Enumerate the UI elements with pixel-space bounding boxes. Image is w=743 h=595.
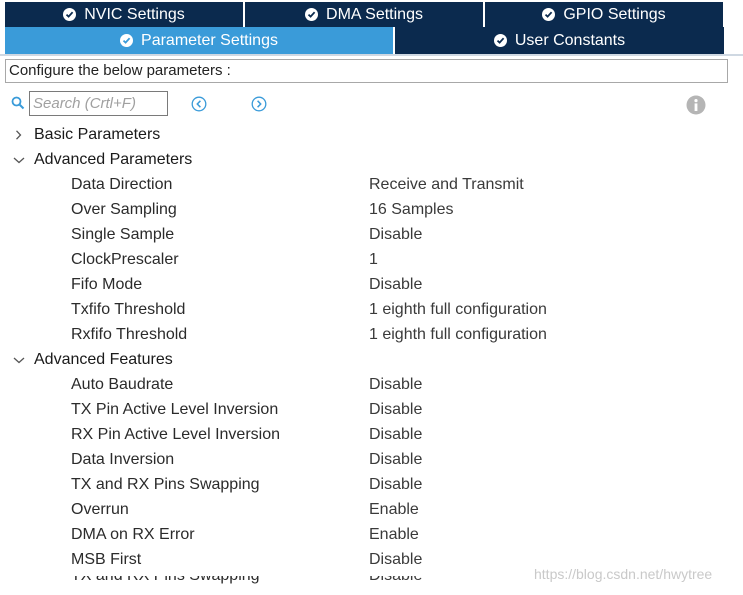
search-icon [11, 96, 25, 110]
check-circle-icon [542, 8, 556, 21]
tab-nvic-settings[interactable]: NVIC Settings [5, 2, 245, 27]
param-value[interactable]: Disable [369, 372, 422, 397]
param-row-tx-pin-inversion[interactable]: TX Pin Active Level Inversion Disable [0, 397, 743, 422]
param-row-pins-swapping[interactable]: TX and RX Pins Swapping Disable [0, 472, 743, 497]
param-value[interactable]: 16 Samples [369, 197, 454, 222]
chevron-right-circle-icon[interactable] [251, 96, 267, 112]
group-label: Basic Parameters [34, 126, 161, 143]
group-advanced-features[interactable]: Advanced Features [0, 347, 743, 372]
param-value[interactable]: Disable [369, 447, 422, 472]
check-circle-icon [120, 34, 134, 47]
param-label: Over Sampling [71, 201, 177, 218]
param-value[interactable]: Disable [369, 272, 422, 297]
chevron-right-icon [16, 130, 22, 140]
param-value[interactable]: 1 eighth full configuration [369, 297, 547, 322]
tab-label: GPIO Settings [563, 5, 666, 23]
param-row-single-sample[interactable]: Single Sample Disable [0, 222, 743, 247]
chevron-left-circle-icon[interactable] [191, 96, 207, 112]
group-label: Advanced Features [34, 351, 173, 368]
param-label: Txfifo Threshold [71, 301, 186, 318]
tab-user-constants[interactable]: User Constants [395, 27, 726, 54]
tab-label: Parameter Settings [141, 31, 278, 49]
search-input[interactable] [29, 91, 168, 116]
param-label: Data Inversion [71, 451, 175, 468]
group-basic-parameters[interactable]: Basic Parameters [0, 122, 743, 147]
param-row-rxfifo-threshold[interactable]: Rxfifo Threshold 1 eighth full configura… [0, 322, 743, 347]
group-advanced-parameters[interactable]: Advanced Parameters [0, 147, 743, 172]
param-value[interactable]: 1 [369, 247, 378, 272]
param-row-clock-prescaler[interactable]: ClockPrescaler 1 [0, 247, 743, 272]
param-value[interactable]: Enable [369, 497, 419, 522]
tab-parameter-settings[interactable]: Parameter Settings [5, 27, 395, 54]
parameter-tree: Basic Parameters Advanced Parameters Dat… [0, 122, 743, 572]
group-label: Advanced Parameters [34, 151, 193, 168]
param-label: Single Sample [71, 226, 175, 243]
param-row-auto-baudrate[interactable]: Auto Baudrate Disable [0, 372, 743, 397]
tab-label: User Constants [514, 31, 626, 49]
info-icon[interactable] [686, 95, 706, 115]
param-label: TX and RX Pins Swapping [71, 476, 260, 493]
param-label: Overrun [71, 501, 129, 518]
param-label: DMA on RX Error [71, 526, 195, 543]
tab-label: NVIC Settings [84, 5, 185, 23]
param-label: RX Pin Active Level Inversion [71, 426, 280, 443]
tab-row-bottom: Parameter Settings User Constants [5, 27, 726, 54]
tab-label: DMA Settings [326, 5, 423, 23]
tab-separator [0, 54, 743, 56]
param-row-data-direction[interactable]: Data Direction Receive and Transmit [0, 172, 743, 197]
param-value: Disable [369, 576, 422, 588]
check-circle-icon [493, 34, 507, 47]
param-label: TX Pin Active Level Inversion [71, 401, 279, 418]
param-value[interactable]: Disable [369, 397, 422, 422]
param-value[interactable]: Disable [369, 547, 422, 572]
param-row-over-sampling[interactable]: Over Sampling 16 Samples [0, 197, 743, 222]
param-label: TX and RX Pins Swapping [71, 576, 260, 588]
param-label: Data Direction [71, 176, 173, 193]
param-row-rx-pin-inversion[interactable]: RX Pin Active Level Inversion Disable [0, 422, 743, 447]
tab-dma-settings[interactable]: DMA Settings [245, 2, 485, 27]
tab-row-top: NVIC Settings DMA Settings GPIO Settings [5, 2, 725, 27]
param-value[interactable]: Disable [369, 422, 422, 447]
param-label: ClockPrescaler [71, 251, 179, 268]
param-label: Fifo Mode [71, 276, 143, 293]
param-value[interactable]: Enable [369, 522, 419, 547]
param-value[interactable]: 1 eighth full configuration [369, 322, 547, 347]
param-value[interactable]: Disable [369, 472, 422, 497]
param-row-fifo-mode[interactable]: Fifo Mode Disable [0, 272, 743, 297]
param-label: Auto Baudrate [71, 376, 174, 393]
check-circle-icon [63, 8, 77, 21]
check-circle-icon [305, 8, 319, 21]
param-row-txfifo-threshold[interactable]: Txfifo Threshold 1 eighth full configura… [0, 297, 743, 322]
description-box: Configure the below parameters : [5, 59, 728, 83]
param-row-dma-on-rx-error[interactable]: DMA on RX Error Enable [0, 522, 743, 547]
tab-gpio-settings[interactable]: GPIO Settings [485, 2, 725, 27]
chevron-down-icon [13, 357, 25, 364]
param-value[interactable]: Receive and Transmit [369, 172, 524, 197]
param-row-data-inversion[interactable]: Data Inversion Disable [0, 447, 743, 472]
param-row-overrun[interactable]: Overrun Enable [0, 497, 743, 522]
param-label: MSB First [71, 551, 142, 568]
chevron-down-icon [13, 157, 25, 164]
watermark-text: https://blog.csdn.net/hwytree [534, 566, 713, 582]
param-label: Rxfifo Threshold [71, 326, 188, 343]
param-value[interactable]: Disable [369, 222, 422, 247]
